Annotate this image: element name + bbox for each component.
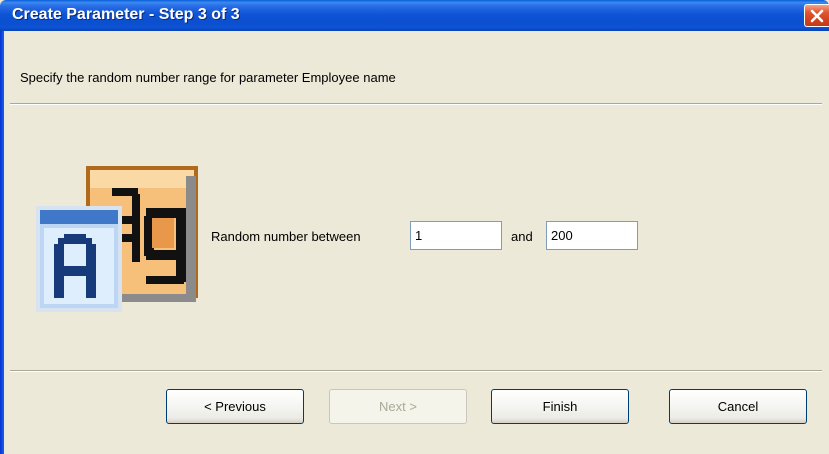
step-instruction: Specify the random number range for para… <box>20 70 396 85</box>
create-parameter-dialog: Create Parameter - Step 3 of 3 Specify t… <box>0 0 829 454</box>
footer-separator <box>10 370 822 372</box>
and-label: and <box>511 229 533 244</box>
range-label: Random number between <box>211 229 361 244</box>
title-bar[interactable]: Create Parameter - Step 3 of 3 <box>0 0 829 31</box>
range-min-input[interactable] <box>410 221 502 250</box>
previous-button[interactable]: < Previous <box>166 389 304 424</box>
cancel-button[interactable]: Cancel <box>669 389 807 424</box>
next-button[interactable]: Next > <box>329 389 467 424</box>
header-separator <box>10 103 822 105</box>
finish-button[interactable]: Finish <box>491 389 629 424</box>
close-icon <box>810 9 824 23</box>
range-max-input[interactable] <box>546 221 638 250</box>
font-glyph-icon <box>36 166 198 312</box>
window-frame-left <box>0 31 4 454</box>
close-button[interactable] <box>804 4 829 27</box>
window-title: Create Parameter - Step 3 of 3 <box>12 6 240 23</box>
